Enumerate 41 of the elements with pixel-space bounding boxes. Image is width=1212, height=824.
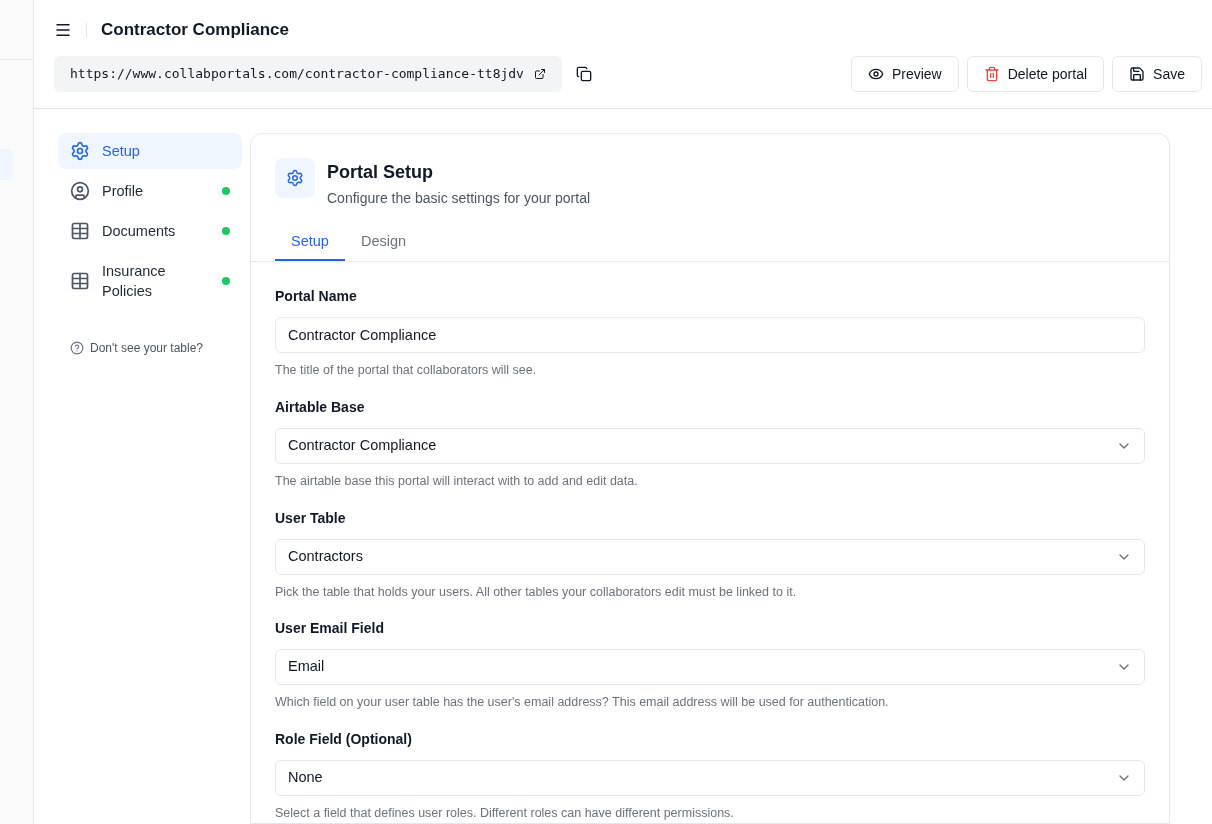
select-field[interactable]: Contractor Compliance xyxy=(275,427,1145,464)
gear-icon xyxy=(70,141,90,161)
field-label: Role Field (Optional) xyxy=(275,730,413,749)
save-button[interactable]: Save xyxy=(1112,56,1202,92)
menu-icon[interactable] xyxy=(54,21,72,39)
field-help-text: Select a field that defines user roles. Different roles can have different permissions. xyxy=(275,805,735,822)
field-help-text: The airtable base this portal will interact with to add and edit data. xyxy=(275,472,639,490)
trash-icon xyxy=(983,66,1000,82)
select-field[interactable]: Contractors xyxy=(275,538,1145,575)
field-label: Portal Name xyxy=(275,287,358,306)
nav-item[interactable]: Setup xyxy=(58,133,242,169)
nav-item[interactable]: Profile xyxy=(58,173,242,209)
eye-icon xyxy=(867,66,884,82)
help-link[interactable]: Don't see your table? xyxy=(90,339,204,357)
nav-item[interactable]: Documents xyxy=(58,213,242,249)
field-label: Airtable Base xyxy=(275,397,366,417)
preview-button[interactable]: Preview xyxy=(850,56,959,92)
help-icon xyxy=(70,341,84,355)
delete-button[interactable]: Delete portal xyxy=(966,56,1105,92)
nav-item[interactable]: Insurance Policies xyxy=(58,253,242,309)
field-help-text: The title of the portal that collaborators will see. xyxy=(275,362,538,379)
table-icon xyxy=(70,221,90,241)
url-field[interactable]: https://www.collabportals.com/contractor-compliance-tt8jdv xyxy=(54,56,562,92)
table-icon xyxy=(70,271,90,291)
tab[interactable]: Setup xyxy=(275,225,345,261)
card-title: Portal Setup xyxy=(327,161,434,184)
field-help-text: Which field on your user table has the user's email address? This email address will be used for authentication. xyxy=(275,694,890,712)
field-label: User Table xyxy=(275,508,347,528)
gear-icon xyxy=(286,169,304,187)
card-subtitle: Configure the basic settings for your portal xyxy=(327,189,591,208)
external-link-icon[interactable] xyxy=(533,68,546,80)
field-help-text: Pick the table that holds your users. All other tables your collaborators edit must be linked to it. xyxy=(275,583,798,601)
save-icon xyxy=(1129,66,1146,82)
page-title: Contractor Compliance xyxy=(101,19,289,42)
field-label: User Email Field xyxy=(275,619,385,639)
select-field[interactable]: None xyxy=(275,760,1145,796)
text-field[interactable]: Contractor Compliance xyxy=(275,317,1145,353)
tab[interactable]: Design xyxy=(344,225,423,261)
select-field[interactable]: Email xyxy=(275,649,1145,686)
user-icon xyxy=(70,181,90,201)
copy-icon[interactable] xyxy=(575,66,592,82)
